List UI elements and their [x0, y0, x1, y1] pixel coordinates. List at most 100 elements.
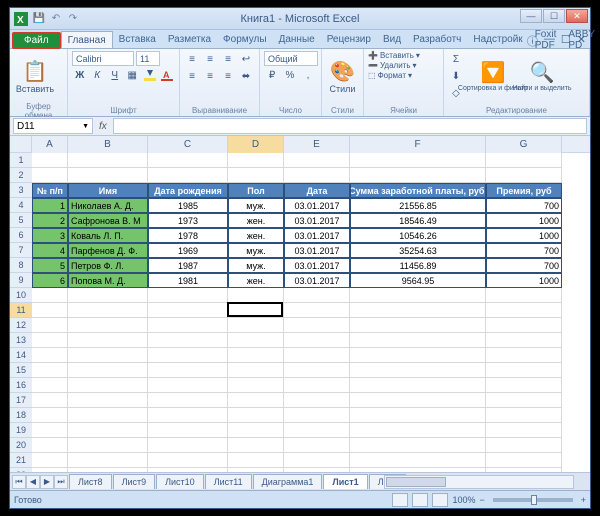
cell[interactable] [228, 363, 284, 378]
cell[interactable] [350, 348, 486, 363]
font-name-select[interactable]: Calibri [72, 51, 134, 66]
table-cell[interactable]: 1969 [148, 243, 228, 258]
cell[interactable] [486, 408, 562, 423]
italic-button[interactable]: К [90, 67, 106, 83]
horizontal-scrollbar[interactable] [384, 475, 574, 489]
table-cell[interactable]: 03.01.2017 [284, 228, 350, 243]
ribbon-tab-2[interactable]: Разметка [162, 31, 217, 48]
row-header-15[interactable]: 15 [10, 363, 32, 378]
cell[interactable] [32, 438, 68, 453]
ribbon-tab-4[interactable]: Данные [273, 31, 321, 48]
cell[interactable] [148, 393, 228, 408]
cell[interactable] [68, 408, 148, 423]
underline-button[interactable]: Ч [107, 67, 123, 83]
cell[interactable] [486, 363, 562, 378]
cell[interactable] [68, 438, 148, 453]
table-cell[interactable]: 03.01.2017 [284, 198, 350, 213]
autosum-button[interactable]: Σ [448, 51, 464, 67]
cell[interactable] [68, 153, 148, 168]
ribbon-tab-7[interactable]: Разработч [407, 31, 467, 48]
close-button[interactable]: ✕ [566, 9, 588, 23]
fx-icon[interactable]: fx [99, 121, 107, 132]
cell[interactable] [350, 408, 486, 423]
cell[interactable] [32, 153, 68, 168]
cell[interactable] [486, 318, 562, 333]
cell[interactable] [350, 378, 486, 393]
cell[interactable] [350, 303, 486, 318]
cell[interactable] [486, 453, 562, 468]
cell[interactable] [68, 393, 148, 408]
formula-input[interactable] [113, 118, 587, 134]
cell[interactable] [284, 153, 350, 168]
sort-filter-button[interactable]: 🔽 Сортировка и фильтр [469, 51, 517, 101]
merge-button[interactable]: ⬌ [238, 68, 254, 84]
sheet-nav-last[interactable]: ⏭ [54, 475, 68, 489]
cell[interactable] [68, 318, 148, 333]
percent-button[interactable]: % [282, 67, 298, 83]
cell[interactable] [228, 393, 284, 408]
table-cell[interactable]: 1 [32, 198, 68, 213]
table-cell[interactable]: Сафронова В. М [68, 213, 148, 228]
ribbon-tab-6[interactable]: Вид [377, 31, 407, 48]
col-header-D[interactable]: D [228, 136, 284, 153]
table-cell[interactable]: 1000 [486, 273, 562, 288]
table-cell[interactable]: 18546.49 [350, 213, 486, 228]
cell[interactable] [350, 153, 486, 168]
cell[interactable] [68, 303, 148, 318]
table-cell[interactable]: 10546.26 [350, 228, 486, 243]
cell[interactable] [32, 303, 68, 318]
row-header-14[interactable]: 14 [10, 348, 32, 363]
cell[interactable] [148, 318, 228, 333]
row-header-13[interactable]: 13 [10, 333, 32, 348]
row-header-16[interactable]: 16 [10, 378, 32, 393]
cell[interactable] [284, 423, 350, 438]
fill-color-button[interactable] [142, 67, 158, 83]
view-break-button[interactable] [432, 493, 448, 507]
sheet-nav-prev[interactable]: ◀ [26, 475, 40, 489]
cell[interactable] [228, 303, 284, 318]
zoom-slider-thumb[interactable] [531, 495, 537, 505]
cell[interactable] [32, 318, 68, 333]
table-header[interactable]: Пол [228, 183, 284, 198]
cell[interactable] [32, 288, 68, 303]
cell[interactable] [228, 168, 284, 183]
table-cell[interactable]: 1981 [148, 273, 228, 288]
sheet-tab[interactable]: Лист11 [205, 474, 252, 489]
ribbon-tab-0[interactable]: Главная [61, 31, 113, 48]
workbook-close-icon[interactable]: ✕ [577, 33, 586, 49]
cell[interactable] [486, 348, 562, 363]
cell[interactable] [32, 348, 68, 363]
cell[interactable] [350, 333, 486, 348]
redo-icon[interactable]: ↷ [66, 12, 80, 26]
row-header-11[interactable]: 11 [10, 303, 32, 318]
cell[interactable] [32, 333, 68, 348]
cell[interactable] [284, 333, 350, 348]
table-cell[interactable]: 700 [486, 243, 562, 258]
table-cell[interactable]: 1985 [148, 198, 228, 213]
row-header-19[interactable]: 19 [10, 423, 32, 438]
cell[interactable] [68, 363, 148, 378]
table-cell[interactable]: 4 [32, 243, 68, 258]
font-size-select[interactable]: 11 [136, 51, 160, 66]
row-header-2[interactable]: 2 [10, 168, 32, 183]
table-header[interactable]: Сумма заработной платы, руб. [350, 183, 486, 198]
table-cell[interactable]: жен. [228, 228, 284, 243]
align-center-button[interactable]: ≡ [202, 68, 218, 84]
cell[interactable] [486, 423, 562, 438]
table-cell[interactable]: Коваль Л. П. [68, 228, 148, 243]
cell[interactable] [284, 408, 350, 423]
cell[interactable] [350, 168, 486, 183]
table-cell[interactable]: Петров Ф. Л. [68, 258, 148, 273]
table-cell[interactable]: 35254.63 [350, 243, 486, 258]
table-header[interactable]: Дата рождения [148, 183, 228, 198]
cell[interactable] [228, 288, 284, 303]
cell[interactable] [228, 438, 284, 453]
ribbon-help-icon[interactable]: ⓘ [527, 33, 538, 49]
table-header[interactable]: Имя [68, 183, 148, 198]
find-select-button[interactable]: 🔍 Найти и выделить [520, 51, 564, 101]
cell[interactable] [32, 393, 68, 408]
sheet-tab[interactable]: Лист8 [69, 474, 112, 489]
row-header-6[interactable]: 6 [10, 228, 32, 243]
col-header-F[interactable]: F [350, 136, 486, 153]
align-right-button[interactable]: ≡ [220, 68, 236, 84]
